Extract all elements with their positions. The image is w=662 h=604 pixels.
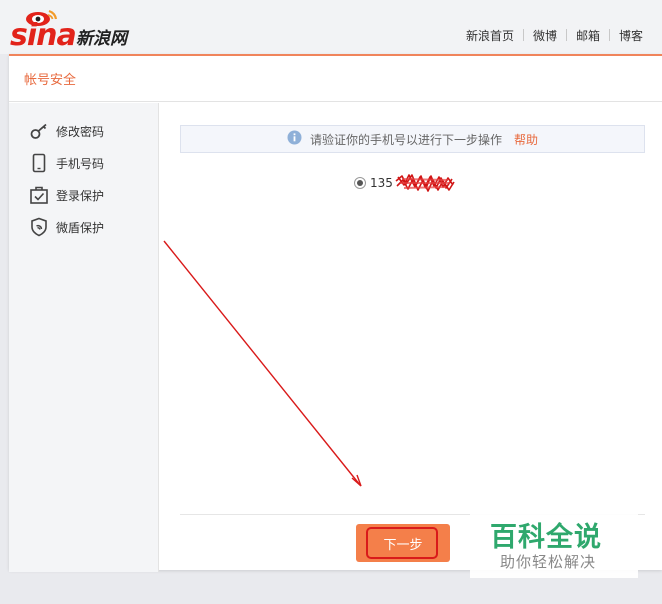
sidebar-item-change-password[interactable]: 修改密码 — [28, 120, 104, 142]
sina-logo[interactable]: sina 新浪网 — [8, 6, 148, 53]
phone-number-prefix: 135 — [370, 176, 393, 190]
watermark: 百科全说 助你轻松解决 — [470, 514, 638, 578]
top-header: sina 新浪网 新浪首页 微博 邮箱 博客 — [0, 0, 662, 54]
nav-blog[interactable]: 博客 — [619, 27, 643, 44]
watermark-title: 百科全说 — [490, 522, 602, 553]
nav-weibo[interactable]: 微博 — [533, 27, 557, 44]
watermark-subtitle: 助你轻松解决 — [500, 553, 597, 571]
phone-option[interactable]: 135 — [354, 172, 456, 194]
next-step-button[interactable]: 下一步 — [356, 524, 450, 562]
account-security-card: 帐号安全 修改密码 手机号码 登录保护 微盾保护 请验证你的手机号以进行下一步操… — [9, 54, 662, 572]
nav-separator — [566, 29, 568, 41]
page-title: 帐号安全 — [24, 73, 77, 88]
card-header: 帐号安全 — [9, 56, 662, 102]
sidebar-item-phone-number[interactable]: 手机号码 — [28, 152, 104, 174]
sidebar-item-label: 微盾保护 — [56, 220, 105, 235]
phone-radio[interactable] — [354, 177, 366, 189]
redaction-scribble — [395, 174, 455, 192]
nav-sina-home[interactable]: 新浪首页 — [466, 27, 514, 44]
info-icon — [287, 130, 302, 149]
nav-mail[interactable]: 邮箱 — [576, 27, 600, 44]
next-step-label: 下一步 — [383, 536, 423, 552]
sidebar-item-microshield[interactable]: 微盾保护 — [28, 216, 104, 238]
nav-separator — [609, 29, 611, 41]
sidebar-item-login-protect[interactable]: 登录保护 — [28, 184, 104, 206]
sidebar-item-label: 登录保护 — [56, 188, 105, 203]
logo-cn-text: 新浪网 — [76, 29, 127, 49]
sidebar: 修改密码 手机号码 登录保护 微盾保护 — [9, 103, 159, 572]
notice-text: 请验证你的手机号以进行下一步操作 — [309, 132, 502, 147]
shield-icon — [28, 216, 50, 238]
help-link[interactable]: 帮助 — [514, 131, 538, 148]
key-icon — [28, 120, 50, 142]
login-protect-icon — [28, 184, 50, 206]
logo-text: sina — [10, 18, 77, 53]
phone-icon — [28, 152, 50, 174]
verify-notice: 请验证你的手机号以进行下一步操作 帮助 — [180, 125, 645, 153]
sidebar-item-label: 修改密码 — [56, 124, 105, 139]
sidebar-item-label: 手机号码 — [56, 156, 105, 171]
top-nav: 新浪首页 微博 邮箱 博客 — [466, 27, 643, 43]
nav-separator — [523, 29, 525, 41]
